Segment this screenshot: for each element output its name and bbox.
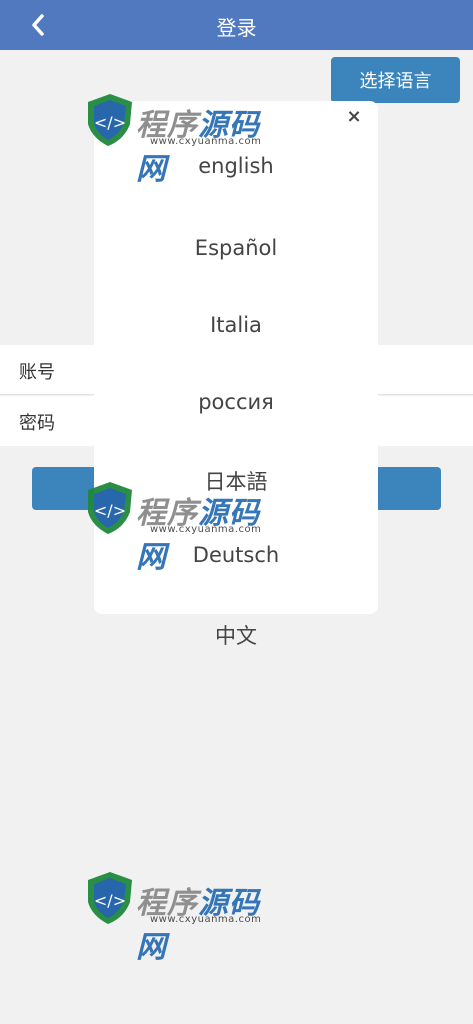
svg-text:</>: </>	[94, 113, 126, 132]
shield-logo-icon: </>	[88, 94, 132, 146]
password-label: 密码	[19, 413, 55, 434]
watermark-logo: </> 程序源码网 www.cxyuanma.com	[84, 868, 284, 965]
watermark-url: www.cxyuanma.com	[150, 914, 262, 925]
svg-text:</>: </>	[94, 501, 126, 520]
close-icon[interactable]: ×	[345, 106, 363, 127]
select-language-button[interactable]: 选择语言	[331, 57, 460, 103]
account-label: 账号	[19, 362, 55, 383]
app-header: 登录	[0, 0, 473, 50]
watermark-url: www.cxyuanma.com	[150, 136, 262, 147]
page-title: 登录	[216, 16, 257, 40]
shield-logo-icon: </>	[88, 482, 132, 534]
watermark-logo: </> 程序源码网 www.cxyuanma.com	[84, 478, 284, 575]
watermark-url: www.cxyuanma.com	[150, 524, 262, 535]
shield-logo-icon: </>	[88, 872, 132, 924]
watermark-logo: </> 程序源码网 www.cxyuanma.com	[84, 90, 284, 187]
svg-text:</>: </>	[94, 891, 126, 910]
language-option-spanish[interactable]: Español	[94, 236, 378, 260]
language-option-chinese[interactable]: 中文	[94, 620, 378, 650]
language-option-italian[interactable]: Italia	[94, 313, 378, 337]
language-option-russian[interactable]: россия	[94, 390, 378, 414]
